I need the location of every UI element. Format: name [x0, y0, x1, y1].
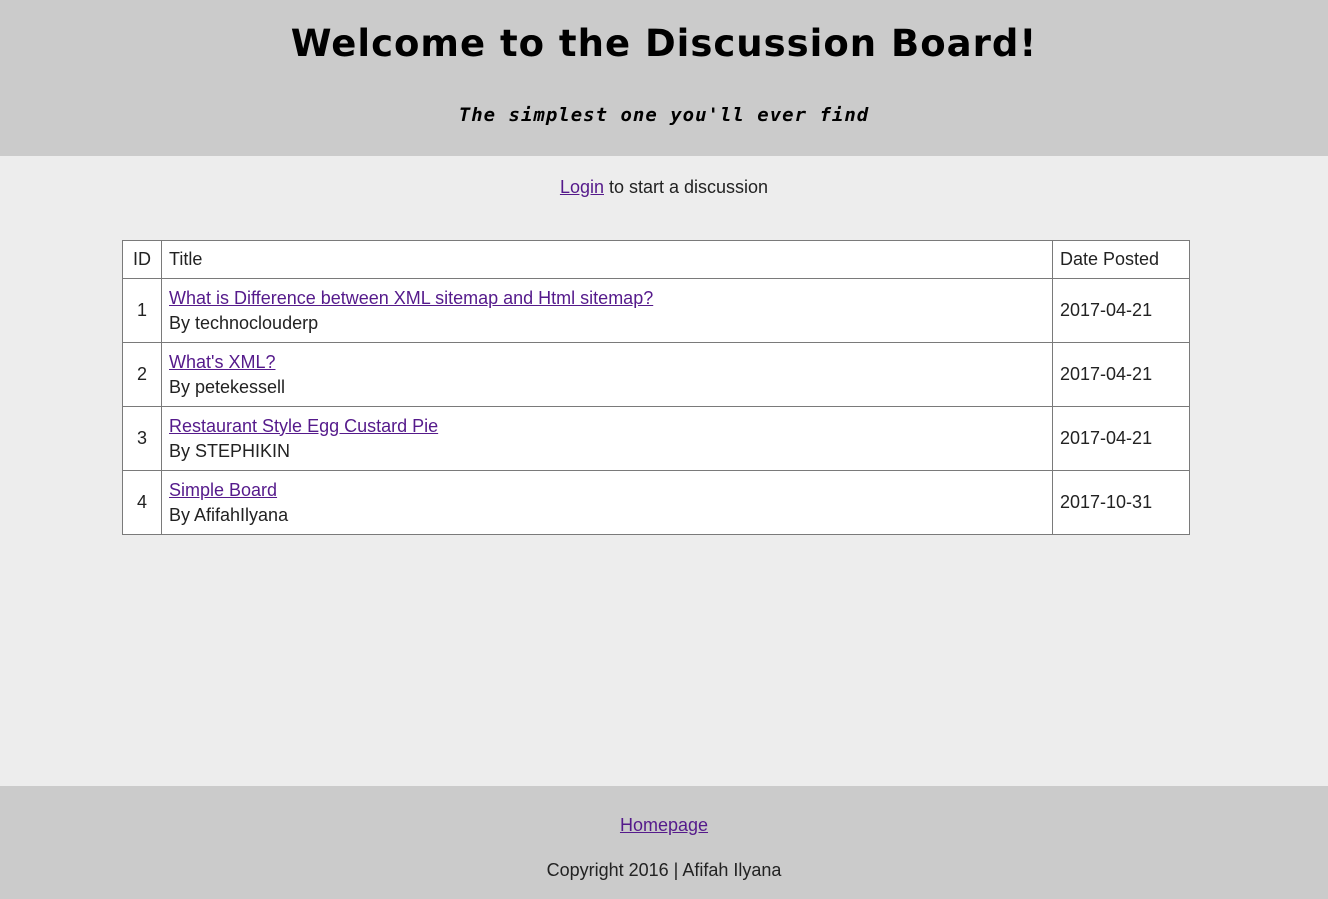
row-date: 2017-10-31 — [1052, 470, 1190, 535]
discussion-table: ID Title Date Posted 1 What is Differenc… — [122, 240, 1190, 535]
row-id: 1 — [122, 278, 162, 343]
post-title-link[interactable]: What's XML? — [169, 350, 1045, 375]
page-subtitle: The simplest one you'll ever find — [458, 104, 870, 126]
table-row: 3 Restaurant Style Egg Custard Pie By ST… — [122, 406, 1190, 471]
table-row: 1 What is Difference between XML sitemap… — [122, 278, 1190, 343]
homepage-link[interactable]: Homepage — [620, 815, 708, 835]
copyright-text: Copyright 2016 | Afifah Ilyana — [546, 860, 782, 880]
login-link[interactable]: Login — [560, 177, 604, 197]
page-header: Welcome to the Discussion Board! The sim… — [0, 0, 1328, 156]
row-date: 2017-04-21 — [1052, 406, 1190, 471]
post-title-link[interactable]: Restaurant Style Egg Custard Pie — [169, 414, 1045, 439]
row-id: 2 — [122, 342, 162, 407]
page-footer: Homepage Copyright 2016 | Afifah Ilyana — [0, 786, 1328, 899]
table-row: 4 Simple Board By AfifahIlyana 2017-10-3… — [122, 470, 1190, 535]
column-header-title: Title — [161, 240, 1053, 279]
post-title-link[interactable]: Simple Board — [169, 478, 1045, 503]
table-row: 2 What's XML? By petekessell 2017-04-21 — [122, 342, 1190, 407]
column-header-date: Date Posted — [1052, 240, 1190, 279]
row-id: 3 — [122, 406, 162, 471]
row-title-cell: Simple Board By AfifahIlyana — [161, 470, 1053, 535]
post-title-link[interactable]: What is Difference between XML sitemap a… — [169, 286, 1045, 311]
login-prompt-text: to start a discussion — [603, 177, 769, 197]
table-header-row: ID Title Date Posted — [122, 240, 1190, 279]
row-title-cell: What is Difference between XML sitemap a… — [161, 278, 1053, 343]
homepage-link-wrapper: Homepage — [0, 815, 1328, 836]
post-author: By STEPHIKIN — [169, 440, 291, 461]
post-author: By technoclouderp — [169, 312, 319, 333]
row-date: 2017-04-21 — [1052, 342, 1190, 407]
column-header-id: ID — [122, 240, 162, 279]
row-id: 4 — [122, 470, 162, 535]
row-title-cell: What's XML? By petekessell — [161, 342, 1053, 407]
row-date: 2017-04-21 — [1052, 278, 1190, 343]
page-title: Welcome to the Discussion Board! — [290, 22, 1038, 65]
post-author: By AfifahIlyana — [169, 504, 289, 525]
login-prompt: Login to start a discussion — [0, 177, 1328, 198]
post-author: By petekessell — [169, 376, 286, 397]
row-title-cell: Restaurant Style Egg Custard Pie By STEP… — [161, 406, 1053, 471]
